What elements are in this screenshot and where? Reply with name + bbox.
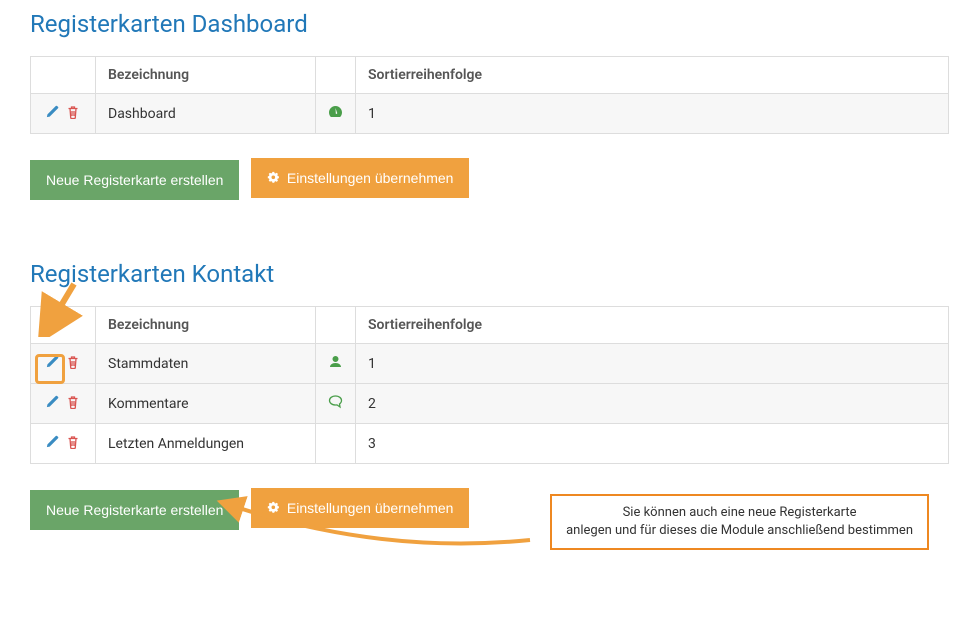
row-sort: 1 [356,344,949,384]
delete-button[interactable] [64,435,82,453]
user-icon [328,357,343,373]
col-sort: Sortierreihenfolge [356,307,949,344]
col-actions [31,57,96,94]
apply-settings-button[interactable]: Einstellungen übernehmen [251,488,470,528]
table-row: Kommentare 2 [31,384,949,424]
gears-icon [267,501,281,515]
delete-button[interactable] [64,355,82,373]
row-sort: 3 [356,424,949,464]
row-sort: 2 [356,384,949,424]
comment-icon [328,397,343,413]
section-title: Registerkarten Kontakt [30,260,949,288]
edit-button[interactable] [43,354,61,373]
col-bezeichnung: Bezeichnung [96,57,316,94]
table-row: Stammdaten 1 [31,344,949,384]
edit-button[interactable] [43,394,61,413]
row-sort: 1 [356,94,949,134]
callout-text: Sie können auch eine neue Registerkarte … [566,505,913,538]
table-row: Dashboard 1 [31,94,949,134]
section-kontakt: Registerkarten Kontakt Bezeichnung Sorti… [30,260,949,530]
col-bezeichnung: Bezeichnung [96,307,316,344]
gears-icon [267,171,281,185]
col-icon-header [316,307,356,344]
edit-button[interactable] [43,434,61,453]
apply-settings-button[interactable]: Einstellungen übernehmen [251,158,470,198]
create-tab-button[interactable]: Neue Registerkarte erstellen [30,160,239,200]
row-name: Letzten Anmeldungen [96,424,316,464]
row-name: Dashboard [96,94,316,134]
col-actions [31,307,96,344]
row-name: Stammdaten [96,344,316,384]
col-sort: Sortierreihenfolge [356,57,949,94]
col-icon-header [316,57,356,94]
create-tab-button[interactable]: Neue Registerkarte erstellen [30,490,239,530]
tabs-table-kontakt: Bezeichnung Sortierreihenfolge Stammdate… [30,306,949,464]
dashboard-icon [328,107,343,123]
delete-button[interactable] [64,105,82,123]
delete-button[interactable] [64,395,82,413]
section-title: Registerkarten Dashboard [30,10,949,38]
table-row: Letzten Anmeldungen 3 [31,424,949,464]
edit-button[interactable] [43,104,61,123]
section-dashboard: Registerkarten Dashboard Bezeichnung Sor… [30,10,949,200]
annotation-callout: Sie können auch eine neue Registerkarte … [550,494,929,550]
row-name: Kommentare [96,384,316,424]
tabs-table-dashboard: Bezeichnung Sortierreihenfolge Dashboard… [30,56,949,134]
